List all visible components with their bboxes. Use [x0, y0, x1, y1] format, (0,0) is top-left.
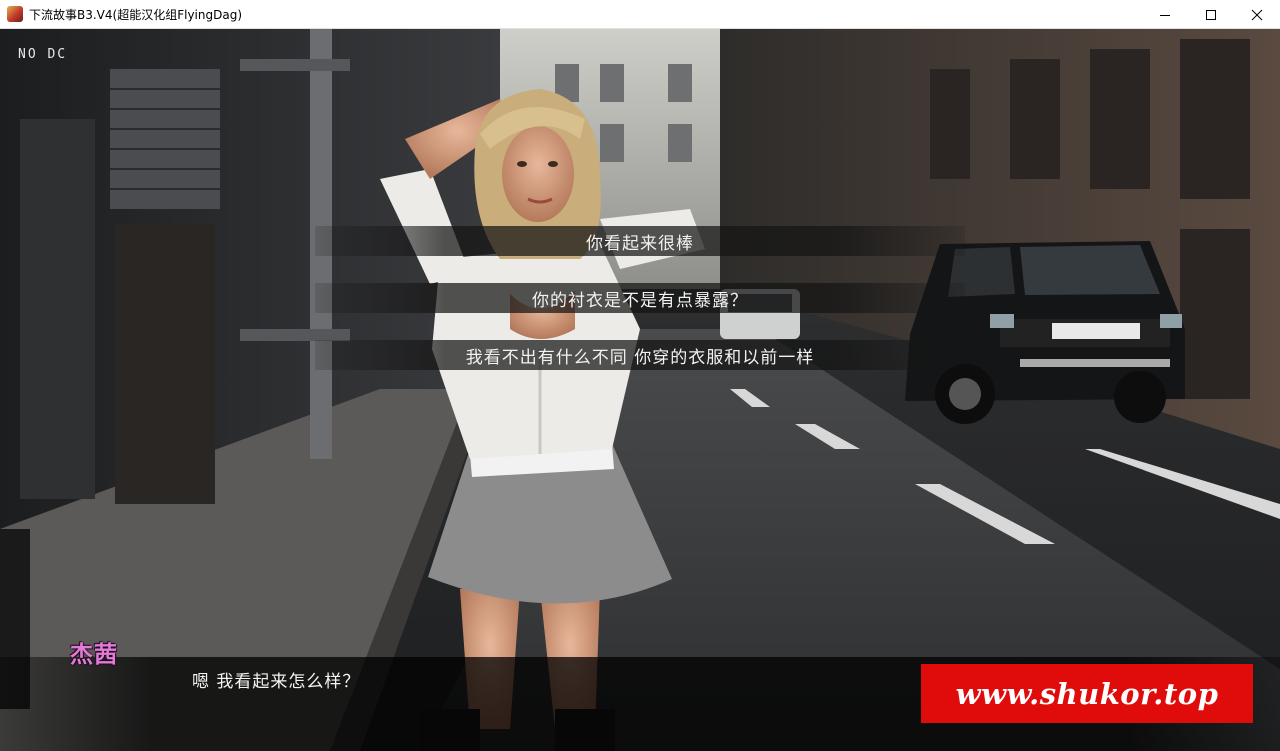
window-controls: [1142, 0, 1280, 29]
choice-button-3[interactable]: 我看不出有什么不同 你穿的衣服和以前一样: [315, 340, 965, 370]
parked-suv: [905, 241, 1185, 424]
window-titlebar: 下流故事B3.V4(超能汉化组FlyingDag): [0, 0, 1280, 29]
close-button[interactable]: [1234, 0, 1280, 29]
minimize-button[interactable]: [1142, 0, 1188, 29]
choice-button-2[interactable]: 你的衬衣是不是有点暴露？: [315, 283, 965, 313]
choice-button-1[interactable]: 你看起来很棒: [315, 226, 965, 256]
street-scene: [0, 29, 1280, 751]
minimize-icon: [1160, 14, 1170, 16]
watermark-banner: www.shukor.top: [921, 664, 1253, 723]
maximize-icon: [1206, 9, 1216, 20]
speaker-name: 杰茜: [70, 642, 118, 668]
game-viewport[interactable]: NO DC 你看起来很棒 你的衬衣是不是有点暴露？ 我看不出有什么不同 你穿的衣…: [0, 29, 1280, 751]
game-app-icon: [7, 6, 23, 22]
maximize-button[interactable]: [1188, 0, 1234, 29]
hud-corner-label: NO DC: [18, 47, 68, 62]
dialogue-text: 嗯 我看起来怎么样？: [192, 672, 361, 692]
watermark-text: www.shukor.top: [955, 676, 1219, 711]
window-title: 下流故事B3.V4(超能汉化组FlyingDag): [29, 7, 242, 22]
close-icon: [1251, 9, 1263, 20]
